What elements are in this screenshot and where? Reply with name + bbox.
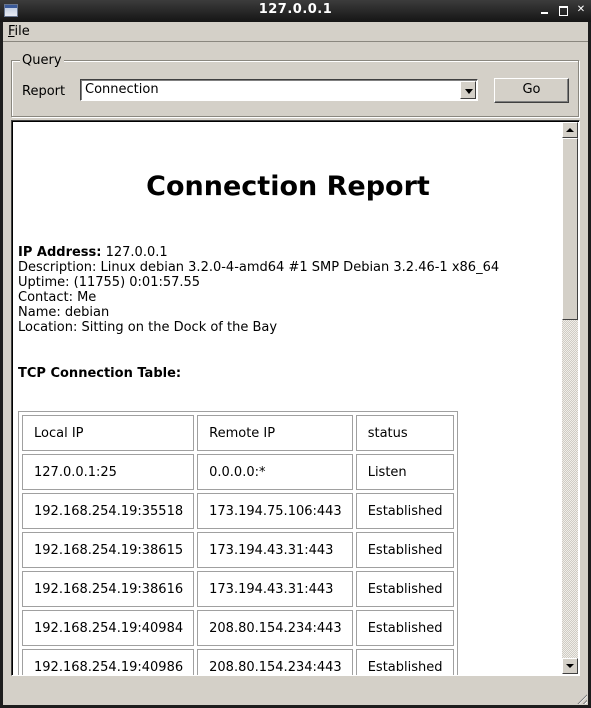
ip-address-line: IP Address: 127.0.0.1 — [18, 245, 499, 260]
table-row: 127.0.0.1:25 0.0.0.0:* Listen — [22, 454, 454, 490]
menu-bar: File — [3, 22, 588, 42]
report-select[interactable]: Connection — [80, 79, 478, 101]
location-line: Location: Sitting on the Dock of the Bay — [18, 320, 278, 335]
status-cell: Established — [355, 610, 454, 646]
remote-ip-cell: 208.80.154.234:443 — [197, 610, 353, 646]
column-header-local-ip: Local IP — [22, 415, 195, 451]
remote-ip-cell: 173.194.43.31:443 — [197, 532, 353, 568]
description-line: Description: Linux debian 3.2.0-4-amd64 … — [18, 260, 500, 275]
remote-ip-cell: 208.80.154.234:443 — [197, 649, 353, 675]
local-ip-cell: 127.0.0.1:25 — [22, 454, 195, 490]
column-header-status: status — [355, 415, 454, 451]
query-legend: Query — [20, 53, 64, 68]
local-ip-cell: 192.168.254.19:35518 — [22, 493, 195, 529]
tcp-table-title: TCP Connection Table: — [18, 366, 182, 381]
report-viewer[interactable]: Connection Report IP Address: 127.0.0.1 … — [11, 120, 580, 676]
status-bar — [3, 680, 588, 705]
scrollbar-thumb[interactable] — [562, 138, 578, 320]
window-client-area: File Query Report Connection Go Connecti… — [3, 22, 588, 705]
remote-ip-cell: 173.194.75.106:443 — [197, 493, 353, 529]
query-groupbox: Query Report Connection Go — [11, 53, 579, 117]
table-row: 192.168.254.19:38616 173.194.43.31:443 E… — [22, 571, 454, 607]
system-info: IP Address: 127.0.0.1 Description: Linux… — [18, 245, 499, 335]
report-select-value: Connection — [85, 82, 159, 97]
column-header-remote-ip: Remote IP — [197, 415, 353, 451]
minimize-icon[interactable] — [539, 4, 551, 16]
vertical-scrollbar[interactable] — [562, 122, 578, 674]
scroll-down-arrow-icon[interactable] — [562, 658, 578, 674]
maximize-icon[interactable] — [557, 4, 569, 16]
close-icon[interactable]: ✕ — [575, 4, 587, 16]
status-cell: Established — [355, 532, 454, 568]
status-cell: Established — [355, 493, 454, 529]
scroll-up-arrow-icon[interactable] — [562, 122, 578, 138]
menu-file[interactable]: File — [8, 24, 30, 39]
chevron-down-icon[interactable] — [460, 81, 476, 99]
remote-ip-cell: 173.194.43.31:443 — [197, 571, 353, 607]
name-line: Name: debian — [18, 305, 110, 320]
app-window: 127.0.0.1 ✕ File Query Report Connection… — [0, 0, 591, 708]
local-ip-cell: 192.168.254.19:38616 — [22, 571, 195, 607]
table-row: 192.168.254.19:40986 208.80.154.234:443 … — [22, 649, 454, 675]
local-ip-cell: 192.168.254.19:38615 — [22, 532, 195, 568]
ip-address-value: 127.0.0.1 — [101, 245, 168, 260]
table-header-row: Local IP Remote IP status — [22, 415, 454, 451]
resize-grip-icon[interactable] — [575, 692, 587, 704]
table-row: 192.168.254.19:38615 173.194.43.31:443 E… — [22, 532, 454, 568]
status-cell: Established — [355, 571, 454, 607]
report-label: Report — [22, 84, 66, 99]
title-bar[interactable]: 127.0.0.1 ✕ — [0, 0, 591, 22]
menu-file-label: ile — [14, 24, 30, 39]
table-row: 192.168.254.19:35518 173.194.75.106:443 … — [22, 493, 454, 529]
status-cell: Established — [355, 649, 454, 675]
tcp-connection-table: Local IP Remote IP status 127.0.0.1:25 0… — [18, 411, 458, 675]
ip-address-label: IP Address: — [18, 245, 102, 260]
table-row: 192.168.254.19:40984 208.80.154.234:443 … — [22, 610, 454, 646]
uptime-line: Uptime: (11755) 0:01:57.55 — [18, 275, 201, 290]
status-cell: Listen — [355, 454, 454, 490]
go-button[interactable]: Go — [494, 78, 569, 103]
window-title: 127.0.0.1 — [258, 2, 333, 17]
remote-ip-cell: 0.0.0.0:* — [197, 454, 353, 490]
local-ip-cell: 192.168.254.19:40986 — [22, 649, 195, 675]
contact-line: Contact: Me — [18, 290, 97, 305]
local-ip-cell: 192.168.254.19:40984 — [22, 610, 195, 646]
report-title: Connection Report — [146, 171, 430, 202]
